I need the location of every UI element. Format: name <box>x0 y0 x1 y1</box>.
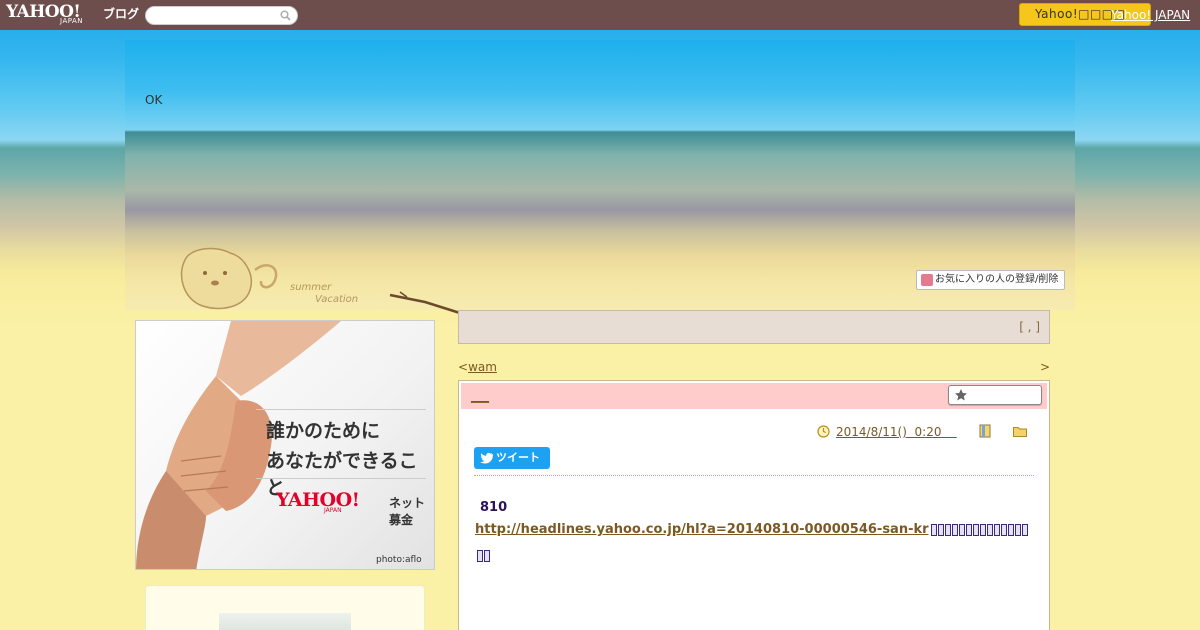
tofu-glyph <box>973 524 979 536</box>
tofu-glyph <box>477 550 483 562</box>
header-ok-text: OK <box>145 93 163 107</box>
blog-label: ブログ <box>103 7 140 21</box>
search-box <box>145 6 298 25</box>
book-icon[interactable] <box>979 424 991 438</box>
article-date-link[interactable]: 2014/8/11() 0:20 <box>836 425 957 439</box>
summer-vacation-mascot: summer Vacation <box>180 247 461 315</box>
ad-service-name: ネット募金 <box>389 496 426 527</box>
next-article-nav[interactable]: > <box>1040 360 1050 374</box>
yahoo-japan-link[interactable]: Yahoo! JAPAN <box>1111 8 1190 22</box>
ad-headline-1: 誰かのために <box>266 420 381 442</box>
clock-icon <box>817 425 830 438</box>
prev-article-link[interactable]: wam <box>468 360 497 374</box>
profile-thumbnail[interactable] <box>219 613 351 630</box>
tofu-glyph <box>966 524 972 536</box>
ad-yahoo-logo-sub: JAPAN <box>324 507 342 514</box>
unrendered-text-glyphs <box>475 522 1035 562</box>
tofu-glyph <box>994 524 1000 536</box>
article-divider <box>474 475 1034 476</box>
tofu-glyph <box>959 524 965 536</box>
tofu-glyph <box>938 524 944 536</box>
tofu-glyph <box>980 524 986 536</box>
favorite-register-button[interactable]: お気に入りの人の登録/削除 <box>916 270 1065 290</box>
charity-ad-banner[interactable]: 誰かのために あなたができること YAHOO! JAPAN ネット募金 phot… <box>135 320 435 570</box>
ad-divider-top <box>256 409 426 410</box>
heart-icon <box>921 274 933 286</box>
yahoo-logo-sub: JAPAN <box>60 17 84 25</box>
article-meta-row: 2014/8/11() 0:20 <box>817 424 1047 440</box>
yahoo-blog-logo[interactable]: YAHOO! JAPAN ブログ <box>6 2 141 28</box>
article-title-link[interactable]: ___ <box>471 389 489 403</box>
prev-article-nav: <wam <box>458 360 497 374</box>
search-icon[interactable] <box>280 10 291 21</box>
mascot-caption: summer <box>290 282 332 293</box>
tofu-glyph <box>1001 524 1007 536</box>
tofu-glyph <box>1022 524 1028 536</box>
star-button[interactable] <box>948 385 1042 405</box>
tofu-glyph <box>931 524 937 536</box>
ad-photo-credit: photo:aflo <box>376 555 422 565</box>
blog-title-bracket: [ , ] <box>1019 320 1040 334</box>
article-box: ___ 2014/8/11() 0:20 ツイート 810 http://hea… <box>458 380 1050 630</box>
tofu-glyph <box>952 524 958 536</box>
search-input[interactable] <box>154 9 279 23</box>
ad-yahoo-logo: YAHOO! <box>276 489 360 511</box>
tofu-glyph <box>484 550 490 562</box>
article-header: ___ <box>461 383 1047 409</box>
sidebar-profile-box <box>145 585 425 630</box>
tweet-label: ツイート <box>496 451 540 464</box>
article-number: 810 <box>480 500 508 515</box>
svg-text:Vacation: Vacation <box>315 294 358 305</box>
ad-divider-bottom <box>256 478 426 479</box>
twitter-bird-icon <box>480 452 493 464</box>
top-bar: YAHOO! JAPAN ブログ Yahoo!□□□□ Yahoo! JAPAN <box>0 0 1200 30</box>
prev-arrow: < <box>458 360 469 374</box>
tweet-button[interactable]: ツイート <box>474 447 550 469</box>
blog-header-banner: OK summer Vacation お気に入りの人の登録/削除 <box>125 40 1075 315</box>
star-icon <box>955 389 967 401</box>
folder-icon[interactable] <box>1013 426 1027 437</box>
tofu-glyph <box>1015 524 1021 536</box>
tofu-glyph <box>1008 524 1014 536</box>
tofu-glyph <box>945 524 951 536</box>
tofu-glyph <box>987 524 993 536</box>
favorite-register-label: お気に入りの人の登録/削除 <box>935 274 1059 285</box>
blog-title-bar: [ , ] <box>458 310 1050 344</box>
